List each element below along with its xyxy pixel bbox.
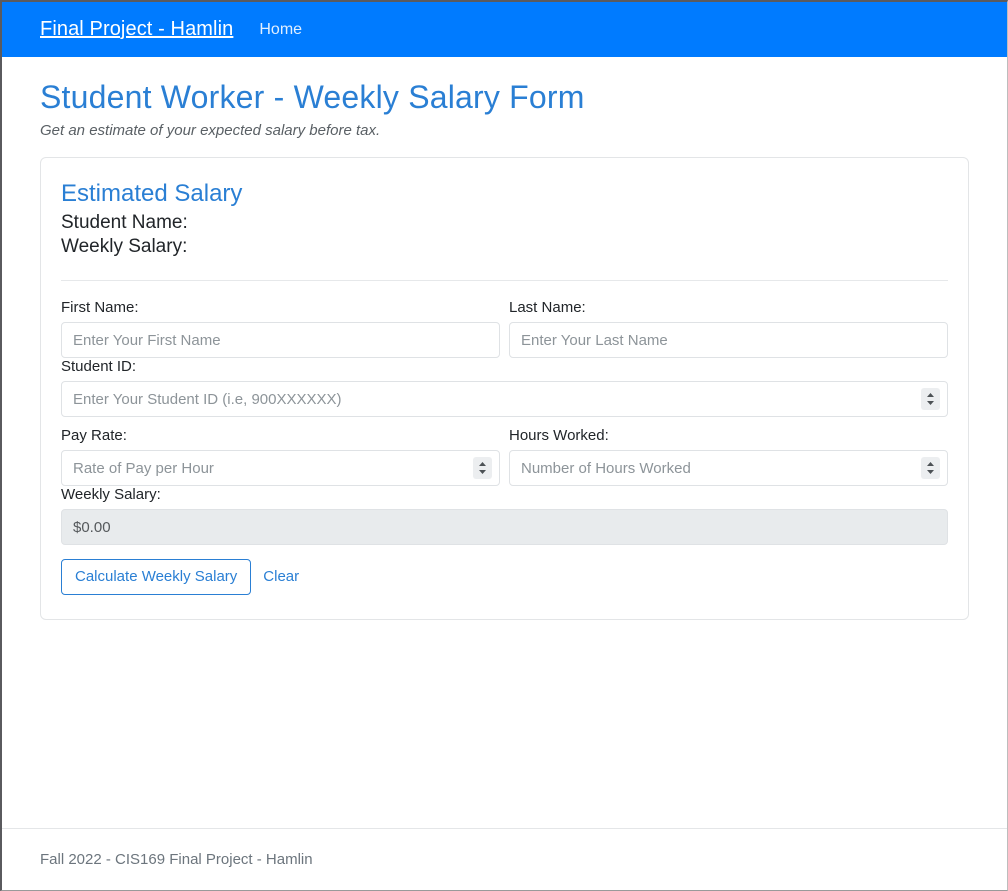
navbar: Final Project - Hamlin Home [2,2,1007,57]
page-subtitle: Get an estimate of your expected salary … [40,122,381,139]
last-name-input[interactable] [509,322,948,358]
weekly-salary-label: Weekly Salary: [61,486,161,503]
name-row: First Name: Last Name: [61,299,948,358]
student-id-field-wrap [61,381,948,417]
nav-link-home[interactable]: Home [259,21,302,39]
pay-rate-label: Pay Rate: [61,427,127,444]
hours-worked-group: Hours Worked: [509,427,948,486]
footer-text: Fall 2022 - CIS169 Final Project - Hamli… [40,851,313,868]
pay-row: Pay Rate: Hours Worked: [61,427,948,486]
last-name-label: Last Name: [509,299,586,316]
first-name-input[interactable] [61,322,500,358]
clear-button[interactable]: Clear [259,562,303,592]
estimated-salary-heading: Estimated Salary [61,180,243,207]
last-name-group: Last Name: [509,299,948,358]
number-spinner-icon[interactable] [921,388,940,410]
student-id-group: Student ID: [61,358,948,417]
first-name-group: First Name: [61,299,500,358]
first-name-label: First Name: [61,299,139,316]
number-spinner-icon[interactable] [921,457,940,479]
hours-worked-label: Hours Worked: [509,427,609,444]
page-footer: Fall 2022 - CIS169 Final Project - Hamli… [2,828,1007,890]
card-divider [61,280,948,281]
navbar-brand[interactable]: Final Project - Hamlin [40,18,233,41]
weekly-salary-group: Weekly Salary: [61,486,948,545]
pay-rate-field-wrap [61,450,500,486]
page-content: Student Worker - Weekly Salary Form Get … [2,57,1007,817]
hours-worked-field-wrap [509,450,948,486]
student-name-result: Student Name: [61,212,188,233]
form-actions: Calculate Weekly Salary Clear [61,559,948,595]
student-id-input[interactable] [61,381,948,417]
salary-form-card: Estimated Salary Student Name: Weekly Sa… [40,157,969,620]
weekly-salary-output [61,509,948,545]
pay-rate-input[interactable] [61,450,500,486]
weekly-salary-result: Weekly Salary: [61,236,188,257]
number-spinner-icon[interactable] [473,457,492,479]
student-id-label: Student ID: [61,358,137,375]
hours-worked-input[interactable] [509,450,948,486]
browser-window: Final Project - Hamlin Home Student Work… [0,0,1008,891]
pay-rate-group: Pay Rate: [61,427,500,486]
page-title: Student Worker - Weekly Salary Form [40,79,585,115]
calculate-weekly-salary-button[interactable]: Calculate Weekly Salary [61,559,252,595]
